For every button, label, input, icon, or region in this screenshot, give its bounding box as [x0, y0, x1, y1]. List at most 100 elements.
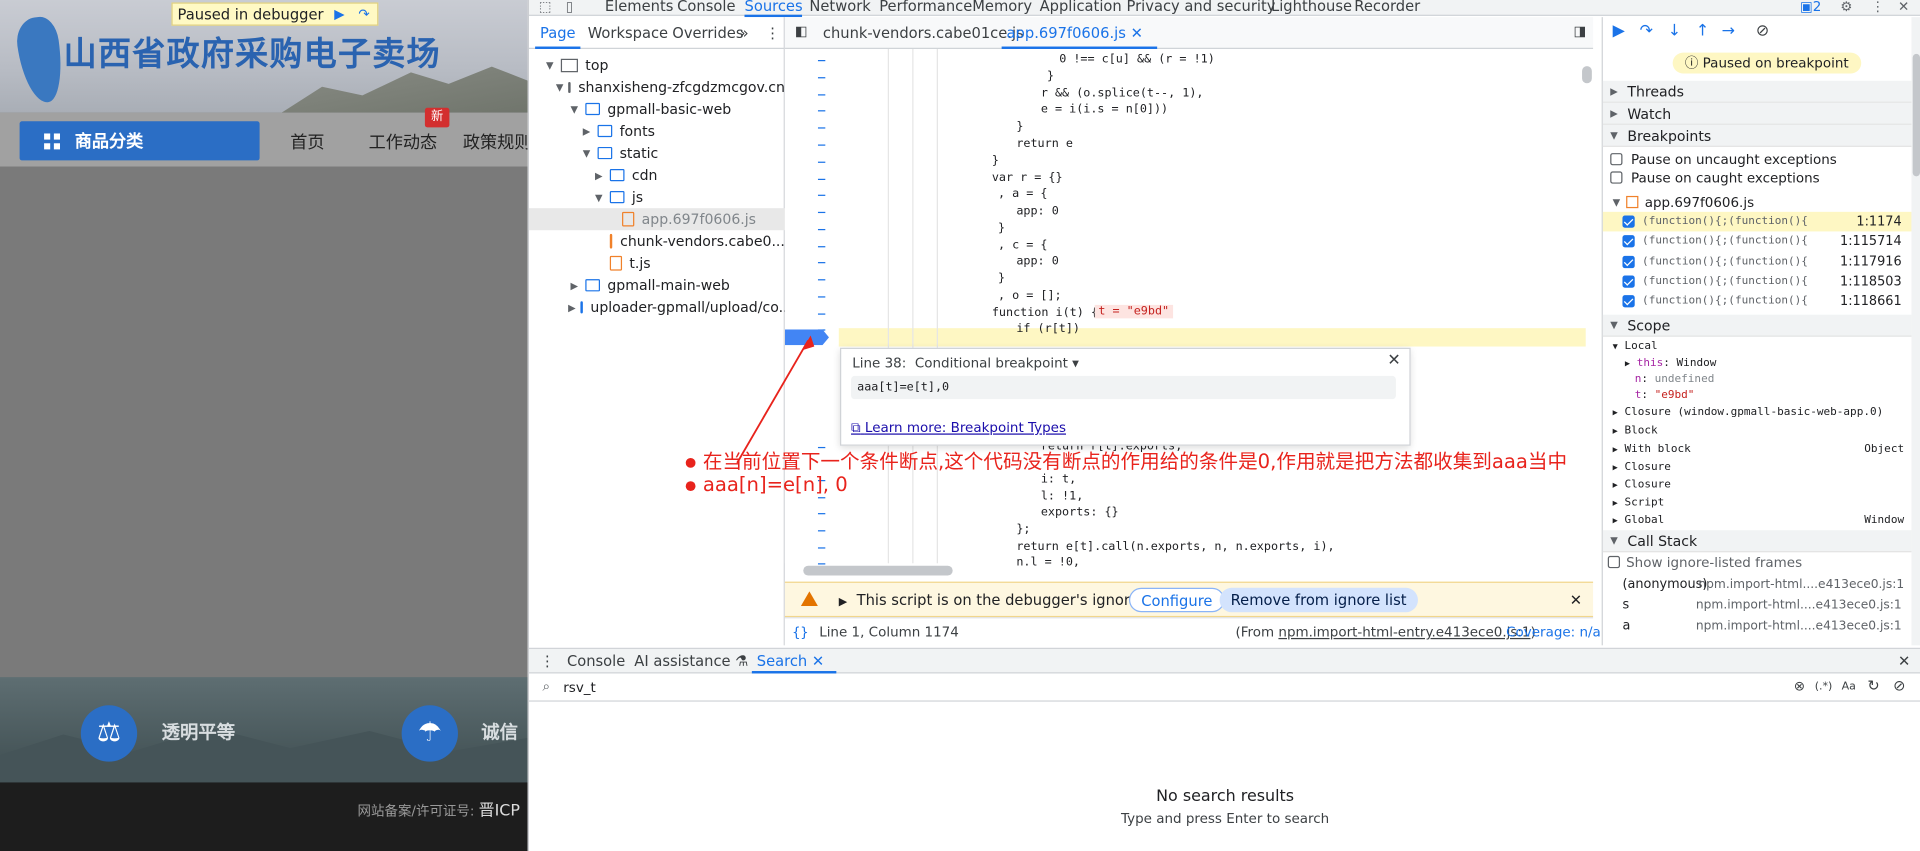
cbp-type-select[interactable]: Conditional breakpoint: [915, 355, 1068, 371]
gutter-line-marker[interactable]: [817, 60, 826, 62]
gutter-line-marker[interactable]: [817, 547, 826, 549]
close-tab-icon[interactable]: ✕: [812, 653, 824, 670]
scope-block[interactable]: ▶ Block: [1613, 425, 1658, 442]
deactivate-breakpoints-icon[interactable]: ⊘: [1756, 22, 1769, 40]
drawer-tab-search[interactable]: Search ✕: [751, 653, 837, 674]
gutter-line-marker[interactable]: [817, 77, 826, 79]
step-out-icon[interactable]: ↑: [1696, 22, 1709, 40]
issues-icon[interactable]: ▣2: [1800, 0, 1821, 15]
tab-console[interactable]: Console: [677, 0, 735, 15]
regex-toggle[interactable]: (.*): [1815, 681, 1833, 693]
show-ignore-listed-checkbox[interactable]: [1607, 555, 1621, 569]
tab-memory[interactable]: Memory: [972, 0, 1032, 15]
gutter-line-marker[interactable]: [817, 211, 826, 214]
bp-file-row[interactable]: ▼ app.697f0606.js: [1603, 192, 1912, 212]
inspect-icon[interactable]: ⬚: [539, 0, 552, 15]
scope-closure-2[interactable]: ▶ Closure: [1613, 479, 1671, 496]
breakpoint-checkbox[interactable]: [1622, 275, 1635, 288]
settings-gear-icon[interactable]: ⚙: [1840, 0, 1852, 15]
drawer-tab-console[interactable]: Console: [567, 653, 625, 670]
clear-results-icon[interactable]: ⊘: [1893, 677, 1905, 694]
gutter-line-marker[interactable]: [817, 144, 826, 146]
section-threads[interactable]: ▶ Threads: [1602, 80, 1912, 103]
tab-elements[interactable]: Elements: [605, 0, 673, 15]
tree-item[interactable]: ▼ shanxisheng-zfcgdzmcgov.cn: [529, 76, 785, 98]
scope-this[interactable]: ▶ this: Window: [1625, 358, 1716, 375]
editor-hscroll[interactable]: [803, 565, 1587, 576]
section-breakpoints[interactable]: ▼ Breakpoints: [1602, 124, 1912, 147]
gutter-line-marker[interactable]: [817, 178, 826, 181]
nav-home[interactable]: 首页: [290, 130, 324, 154]
tree-item[interactable]: t.js: [529, 252, 785, 274]
learn-more-link[interactable]: Learn more: Breakpoint Types: [865, 420, 1066, 436]
toggle-debugger-sidebar-icon[interactable]: ◨: [1573, 23, 1586, 39]
coverage-status[interactable]: Coverage: n/a: [1506, 624, 1601, 640]
scope-local[interactable]: ▼ Local: [1613, 340, 1658, 357]
gutter-line-marker[interactable]: [817, 513, 826, 515]
tab-application[interactable]: Application: [1040, 0, 1122, 15]
nav-tab-overrides[interactable]: Overrides: [672, 24, 743, 41]
case-toggle[interactable]: Aa: [1842, 681, 1856, 693]
tab-lighthouse[interactable]: Lighthouse: [1271, 0, 1352, 15]
breakpoint-item[interactable]: (function(){;(function(){with... 1:115714: [1603, 232, 1912, 252]
configure-button[interactable]: Configure: [1128, 587, 1225, 613]
source-map-link[interactable]: npm.import-html-entry.e413ece0.js:1: [1278, 624, 1530, 640]
section-scope[interactable]: ▼ Scope: [1602, 314, 1912, 337]
gutter-line-marker[interactable]: [817, 279, 826, 281]
call-frame[interactable]: a npm.import-html....e413ece0.js:1: [1603, 616, 1912, 636]
breakpoint-item[interactable]: (function(){;(function(){with(th... 1:117…: [1602, 211, 1912, 232]
expand-arrow-icon[interactable]: ▼: [556, 81, 564, 92]
pause-caught-checkbox[interactable]: [1610, 171, 1623, 184]
toggle-navigator-icon[interactable]: ◧: [795, 23, 808, 39]
more-tabs-icon[interactable]: »: [740, 24, 749, 41]
gutter-line-marker[interactable]: [817, 228, 826, 231]
show-ignore-listed-row[interactable]: Show ignore-listed frames: [1603, 552, 1912, 572]
nav-tab-page[interactable]: Page: [535, 24, 581, 49]
close-tab-icon[interactable]: ✕: [1131, 24, 1143, 41]
category-button[interactable]: 商品分类: [19, 121, 260, 161]
nav-policy[interactable]: 政策规则: [463, 130, 528, 154]
breakpoint-item[interactable]: (function(){;(function(){with... 1:118661: [1603, 292, 1912, 312]
gutter-line-marker[interactable]: [817, 530, 826, 532]
scope-closure[interactable]: ▶ Closure: [1613, 462, 1671, 479]
breakpoint-checkbox[interactable]: [1622, 255, 1635, 268]
close-icon[interactable]: ✕: [1387, 351, 1400, 369]
gutter-line-marker[interactable]: [817, 127, 826, 129]
resume-icon[interactable]: ▶: [331, 6, 348, 23]
tab-sources[interactable]: Sources: [744, 0, 804, 18]
pretty-print-icon[interactable]: {}: [792, 624, 808, 640]
remove-from-ignore-button[interactable]: Remove from ignore list: [1219, 587, 1418, 613]
step-icon[interactable]: →: [1722, 22, 1735, 40]
nav-tab-workspace[interactable]: Workspace: [588, 24, 668, 41]
expand-icon[interactable]: ▶: [839, 596, 847, 608]
condition-input[interactable]: aaa[t]=e[t],0: [851, 375, 1396, 400]
drawer-tab-ai-assistance[interactable]: AI assistance ⚗: [634, 653, 748, 670]
expand-arrow-icon[interactable]: ▶: [568, 302, 576, 313]
breakpoint-checkbox[interactable]: [1622, 235, 1635, 248]
close-infobar-icon[interactable]: ✕: [1570, 591, 1582, 608]
tree-item[interactable]: ▶ fonts: [529, 120, 785, 142]
editor-tab-app[interactable]: app.697f0606.js ✕: [1001, 24, 1159, 49]
nav-work-news[interactable]: 工作动态: [369, 130, 438, 154]
scope-global[interactable]: ▶ Global Window: [1613, 514, 1904, 531]
step-into-icon[interactable]: ↓: [1668, 22, 1681, 40]
tab-recorder[interactable]: Recorder: [1354, 0, 1420, 15]
tab-performance[interactable]: Performance: [879, 0, 972, 15]
expand-arrow-icon[interactable]: ▶: [593, 170, 605, 181]
tree-item[interactable]: ▶ gpmall-main-web: [529, 274, 785, 296]
device-toggle-icon[interactable]: ▯: [566, 0, 573, 15]
pause-caught-row[interactable]: Pause on caught exceptions: [1603, 168, 1912, 188]
gutter-line-marker[interactable]: [817, 296, 826, 298]
expand-arrow-icon[interactable]: ▶: [568, 280, 580, 291]
sidebar-scroll-thumb[interactable]: [1912, 53, 1920, 177]
refresh-icon[interactable]: ↻: [1867, 677, 1879, 694]
pause-uncaught-checkbox[interactable]: [1610, 153, 1623, 166]
gutter-line-marker[interactable]: [817, 110, 826, 112]
tree-item[interactable]: ▶ uploader-gpmall/upload/co...: [529, 296, 792, 318]
drawer-menu-icon[interactable]: ⋮: [540, 653, 555, 670]
tab-privacy-security[interactable]: Privacy and security: [1127, 0, 1276, 15]
hscroll-thumb[interactable]: [803, 565, 953, 576]
expand-arrow-icon[interactable]: ▼: [580, 148, 592, 159]
navigator-menu-icon[interactable]: ⋮: [765, 24, 780, 41]
gutter-line-marker[interactable]: [817, 262, 826, 264]
